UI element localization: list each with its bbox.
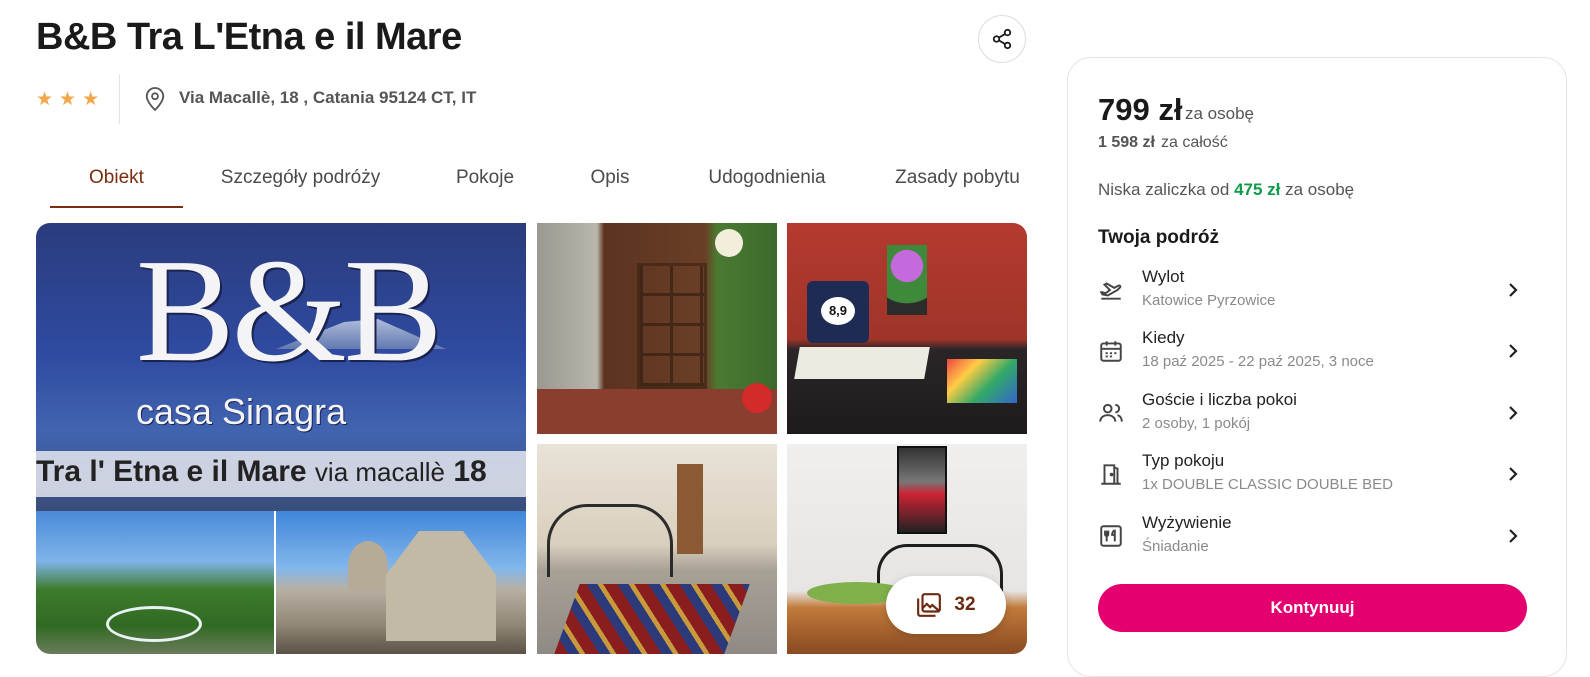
trip-row-label: Typ pokoju	[1142, 451, 1225, 470]
trip-row-value: Katowice Pyrzowice	[1142, 292, 1276, 309]
bed-graphic	[547, 504, 673, 577]
deposit-suffix: za osobę	[1285, 180, 1355, 199]
tab-zasady-pobytu[interactable]: Zasady pobytu	[890, 150, 1025, 206]
hotel-address[interactable]: Via Macallè, 18 , Catania 95124 CT, IT	[179, 88, 476, 108]
trip-row-departure[interactable]: Wylot Katowice Pyrzowice	[1098, 267, 1528, 323]
trip-row-label: Wylot	[1142, 267, 1185, 286]
price-total: 1 598 zł	[1098, 134, 1155, 151]
reception-desk-photo[interactable]: 8,9	[787, 223, 1027, 434]
booking-card: 799 zł za osobę 1 598 zł za całość Niska…	[1067, 57, 1567, 677]
star-icon: ★	[59, 89, 77, 110]
sign-strip-bold: Tra l' Etna e il Mare	[36, 455, 307, 488]
sign-bb-text: B&B	[136, 229, 443, 393]
guestbook-graphic	[794, 347, 930, 379]
trip-row-dates[interactable]: Kiedy 18 paź 2025 - 22 paź 2025, 3 noce	[1098, 328, 1528, 384]
tab-obiekt[interactable]: Obiekt	[50, 150, 183, 208]
trip-row-value: 18 paź 2025 - 22 paź 2025, 3 noce	[1142, 353, 1374, 370]
tab-udogodnienia[interactable]: Udogodnienia	[692, 150, 842, 206]
continue-button[interactable]: Kontynuuj	[1098, 584, 1527, 632]
deposit-info: Niska zaliczka od 475 zł za osobę	[1098, 180, 1354, 200]
trip-row-guests[interactable]: Goście i liczba pokoi 2 osoby, 1 pokój	[1098, 390, 1528, 446]
lamp-graphic	[715, 229, 743, 257]
trip-row-meals[interactable]: Wyżywienie Śniadanie	[1098, 513, 1528, 569]
star-rating: ★ ★ ★	[36, 90, 99, 109]
fountain-graphic	[106, 606, 202, 642]
chevron-right-icon	[1509, 406, 1518, 420]
plant-graphic	[887, 245, 927, 315]
facade-graphic	[386, 531, 496, 641]
share-button[interactable]	[978, 15, 1026, 63]
rating-badge-graphic: 8,9	[807, 281, 869, 343]
photo-gallery-icon	[917, 593, 942, 617]
star-icon: ★	[36, 89, 54, 110]
trip-row-room-type[interactable]: Typ pokoju 1x DOUBLE CLASSIC DOUBLE BED	[1098, 451, 1528, 507]
sign-strip-number: 18	[453, 455, 487, 488]
sign-strip-text: Tra l' Etna e il Mare via macallè 18	[36, 455, 487, 489]
chevron-right-icon	[1509, 344, 1518, 358]
chevron-right-icon	[1509, 529, 1518, 543]
chevron-right-icon	[1509, 283, 1518, 297]
cathedral-photo[interactable]	[276, 511, 526, 654]
meal-icon	[1100, 525, 1122, 547]
bedroom-photo[interactable]	[537, 444, 777, 654]
tab-pokoje[interactable]: Pokoje	[440, 150, 530, 206]
entrance-photo[interactable]	[537, 223, 777, 434]
poster-graphic	[897, 446, 947, 534]
trip-row-label: Kiedy	[1142, 328, 1185, 347]
calendar-icon	[1100, 341, 1122, 362]
door-graphic	[677, 464, 703, 554]
trip-row-value: 1x DOUBLE CLASSIC DOUBLE BED	[1142, 476, 1393, 493]
open-gallery-button[interactable]: 32	[886, 576, 1006, 634]
deposit-prefix: Niska zaliczka od	[1098, 180, 1230, 199]
chevron-right-icon	[1509, 467, 1518, 481]
map-pin-icon	[145, 87, 165, 112]
trip-row-value: Śniadanie	[1142, 538, 1209, 555]
sign-strip-thin: via macallè	[314, 457, 445, 487]
price-total-suffix: za całość	[1161, 134, 1228, 151]
deposit-amount: 475 zł	[1234, 180, 1281, 199]
trip-row-label: Goście i liczba pokoi	[1142, 390, 1297, 409]
tab-szczegoly-podrozy[interactable]: Szczegóły podróży	[213, 150, 388, 206]
price-per-person: 799 zł	[1098, 92, 1183, 127]
door-icon	[1101, 464, 1121, 485]
trip-section-title: Twoja podróż	[1098, 227, 1220, 248]
photo-count: 32	[954, 594, 976, 615]
box-graphic	[947, 359, 1017, 403]
share-icon	[992, 28, 1012, 50]
price-per-person-suffix: za osobę	[1185, 104, 1254, 123]
door-graphic	[637, 263, 707, 389]
divider	[119, 74, 120, 124]
dome-graphic	[348, 541, 388, 591]
rating-badge-value: 8,9	[821, 297, 855, 325]
hotel-title: B&B Tra L'Etna e il Mare	[36, 16, 462, 58]
tab-opis[interactable]: Opis	[575, 150, 645, 206]
rug-graphic	[554, 584, 750, 654]
plane-departure-icon	[1099, 282, 1122, 300]
star-icon: ★	[82, 89, 100, 110]
main-photo[interactable]: B&B casa Sinagra Tra l' Etna e il Mare v…	[36, 223, 526, 511]
guests-icon	[1099, 403, 1123, 422]
floor-graphic	[537, 389, 777, 434]
sign-subtitle: casa Sinagra	[136, 391, 347, 432]
trip-row-value: 2 osoby, 1 pokój	[1142, 415, 1251, 432]
park-photo[interactable]	[36, 511, 274, 654]
trip-row-label: Wyżywienie	[1142, 513, 1232, 532]
flower-graphic	[742, 383, 772, 413]
